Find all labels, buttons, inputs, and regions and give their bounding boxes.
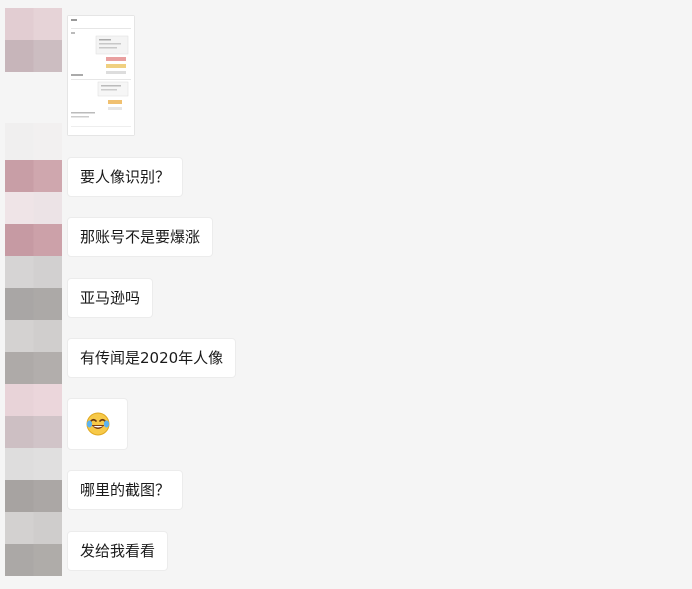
- laughing-tears-emoji-icon: [86, 412, 110, 436]
- avatar-column: [5, 8, 62, 576]
- screenshot-thumbnail: [68, 16, 134, 135]
- avatar[interactable]: [5, 416, 62, 480]
- text-message[interactable]: 有传闻是2020年人像: [67, 338, 237, 378]
- message-text: 那账号不是要爆涨: [80, 228, 201, 246]
- avatar[interactable]: [5, 352, 62, 416]
- avatar[interactable]: [5, 224, 62, 288]
- avatar[interactable]: [5, 123, 62, 163]
- chat-window: 要人像识别？ 那账号不是要爆涨 亚马逊吗 有传闻是2020年人像 哪里的截图？ …: [0, 0, 692, 589]
- avatar[interactable]: [5, 480, 62, 544]
- avatar[interactable]: [5, 544, 62, 576]
- message-text: 发给我看看: [80, 542, 156, 560]
- message-text: 有传闻是2020年人像: [80, 349, 224, 367]
- emoji-message[interactable]: [67, 398, 128, 450]
- message-text: 亚马逊吗: [80, 289, 141, 307]
- text-message[interactable]: 要人像识别？: [67, 157, 184, 197]
- text-message[interactable]: 亚马逊吗: [67, 278, 154, 318]
- text-message[interactable]: 哪里的截图？: [67, 470, 184, 510]
- avatar[interactable]: [5, 288, 62, 352]
- message-text: 要人像识别？: [80, 168, 171, 186]
- avatar[interactable]: [5, 160, 62, 224]
- text-message[interactable]: 发给我看看: [67, 531, 169, 571]
- text-message[interactable]: 那账号不是要爆涨: [67, 217, 214, 257]
- avatar[interactable]: [5, 8, 62, 72]
- message-text: 哪里的截图？: [80, 481, 171, 499]
- image-message[interactable]: [67, 15, 135, 136]
